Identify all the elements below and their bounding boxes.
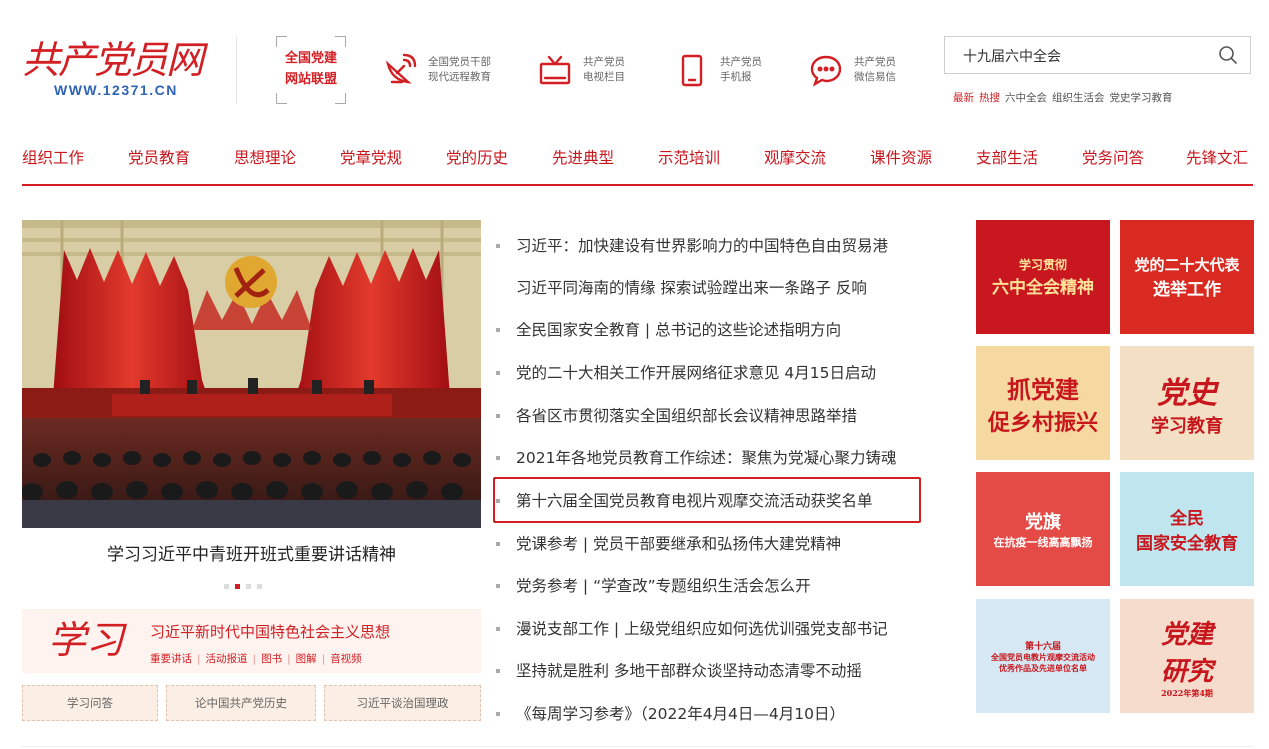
hot-link[interactable]: 组织生活会 [1052,92,1105,104]
tv-icon [535,50,575,90]
header-item-line2: 电视栏目 [583,71,625,83]
nav-item-theory[interactable]: 思想理论 [234,146,296,168]
xuexi-link-reports[interactable]: 活动报道 [206,653,248,665]
mobile-phone-icon [672,50,712,90]
header-item-tv-column[interactable]: 共产党员 电视栏目 [535,50,625,90]
governance-button[interactable]: 习近平谈治国理政 [324,685,481,721]
union-label-line1: 全国党建 [284,51,337,66]
study-qa-button[interactable]: 学习问答 [22,685,158,721]
nav-item-training[interactable]: 示范培训 [658,146,720,168]
header-divider [236,36,237,104]
chat-bubble-icon [806,50,846,90]
nav-item-branch-life[interactable]: 支部生活 [976,146,1038,168]
nav-underline [22,184,1253,186]
header-item-remote-education[interactable]: 全国党员干部 现代远程教育 [380,50,491,90]
banner-flag-antiepidemic[interactable]: 党旗 在抗疫一线高高飘扬 [976,472,1110,586]
carousel-dot[interactable] [224,584,229,589]
carousel-dot[interactable] [246,584,251,589]
xuexi-title[interactable]: 习近平新时代中国特色社会主义思想 [150,621,390,642]
xuexi-link-av[interactable]: 音视频 [330,653,362,665]
carousel-dot[interactable] [257,584,262,589]
nav-item-qa[interactable]: 党务问答 [1082,146,1144,168]
nav-item-courseware[interactable]: 课件资源 [870,146,932,168]
highlight-box [493,477,921,523]
site-logo[interactable]: 共产党员网 [22,40,204,80]
hot-link[interactable]: 六中全会 [1005,92,1047,104]
hot-link[interactable]: 党史学习教育 [1110,92,1173,104]
carousel-dots [224,584,262,589]
site-logo-url[interactable]: WWW.12371.CN [54,82,178,98]
banner-16th-tv-film-winners[interactable]: 第十六届 全国党员电教片观摩交流活动 优秀作品及先进单位名单 [976,599,1110,713]
banner-party-building-research[interactable]: 党建 研究 2022年第4期 [1120,599,1254,713]
nav-item-exchange[interactable]: 观摩交流 [764,146,826,168]
union-label-line2: 网站联盟 [284,72,337,87]
header-item-line1: 共产党员 [854,56,896,68]
header-item-line2: 现代远程教育 [428,71,491,83]
cpc-history-button[interactable]: 论中国共产党历史 [166,685,316,721]
carousel-dot-active[interactable] [235,584,240,589]
banner-national-security-education[interactable]: 全民 国家安全教育 [1120,472,1254,586]
banner-20th-congress-election[interactable]: 党的二十大代表 选举工作 [1120,220,1254,334]
satellite-dish-icon [380,50,420,90]
nav-item-models[interactable]: 先进典型 [552,146,614,168]
nav-item-vanguard[interactable]: 先锋文汇 [1186,146,1248,168]
xuexi-link-speeches[interactable]: 重要讲话 [150,653,192,665]
header-item-mobile-newspaper[interactable]: 共产党员 手机报 [672,50,762,90]
nav-item-history[interactable]: 党的历史 [446,146,508,168]
xi-thought-banner[interactable]: 学习 习近平新时代中国特色社会主义思想 重要讲话 | 活动报道 | 图书 | 图解 | 音视频 [22,609,481,673]
hot-label-latest[interactable]: 最新 [953,92,974,104]
footer-divider [22,746,1253,747]
hot-search-links: 最新 热搜 六中全会 组织生活会 党史学习教育 [953,90,1178,105]
header-item-wechat[interactable]: 共产党员 微信易信 [806,50,896,90]
xuexi-calligraphy-logo: 学习 [48,618,125,662]
search-input[interactable] [945,37,1225,75]
header-item-line2: 微信易信 [854,71,896,83]
header-item-line1: 共产党员 [720,56,762,68]
banner-rural-revitalization[interactable]: 抓党建 促乡村振兴 [976,346,1110,460]
nav-item-member-education[interactable]: 党员教育 [128,146,190,168]
xuexi-links: 重要讲话 | 活动报道 | 图书 | 图解 | 音视频 [150,653,362,665]
header-item-line2: 手机报 [720,71,752,83]
header-item-line1: 全国党员干部 [428,56,491,68]
nav-item-constitution[interactable]: 党章党规 [340,146,402,168]
feature-caption[interactable]: 学习习近平中青班开班式重要讲话精神 [22,540,481,565]
feature-photo[interactable] [22,220,481,528]
header-item-line1: 共产党员 [583,56,625,68]
nav-item-organization[interactable]: 组织工作 [22,146,84,168]
main-nav: 组织工作 党员教育 思想理论 党章党规 党的历史 先进典型 示范培训 观摩交流 … [22,146,1253,174]
party-building-union-link[interactable]: 全国党建 网站联盟 [276,36,346,104]
search-icon[interactable] [1218,45,1238,65]
search-box [944,36,1251,75]
banner-party-history-education[interactable]: 党史 学习教育 [1120,346,1254,460]
banner-sixth-plenum[interactable]: 学习贯彻 六中全会精神 [976,220,1110,334]
xuexi-link-graphics[interactable]: 图解 [296,653,317,665]
hot-label-trending[interactable]: 热搜 [979,92,1000,104]
xuexi-link-books[interactable]: 图书 [261,653,282,665]
